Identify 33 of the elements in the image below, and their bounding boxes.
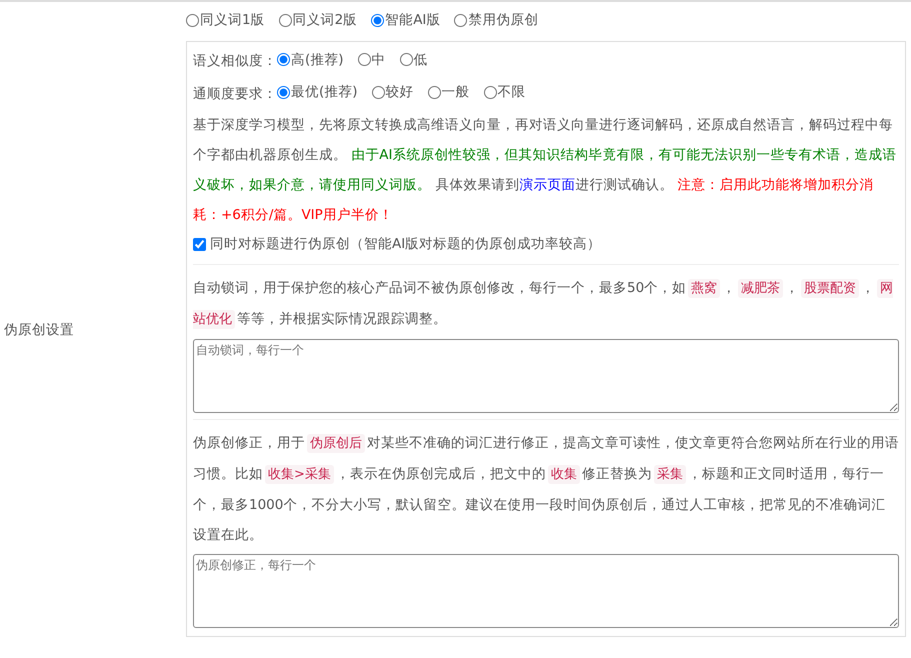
checkbox-label[interactable]: 同时对标题进行伪原创（智能AI版对标题的伪原创成功率较高） bbox=[210, 234, 602, 254]
option-label[interactable]: 较好 bbox=[386, 77, 414, 108]
help-text: 自动锁词，用于保护您的核心产品词不被伪原创修改，每行一个，最多50个，如 燕窝 ， 减肥茶 ， 股票配资 ， 网站优化 等等，并根据实际情况跟踪调整。 bbox=[193, 278, 894, 332]
option-label[interactable]: 不限 bbox=[498, 77, 526, 108]
radio-button[interactable] bbox=[454, 14, 468, 27]
demo-page-link[interactable]: 演示页面 bbox=[519, 176, 576, 193]
radio-button[interactable] bbox=[358, 53, 371, 66]
option-label[interactable]: 中 bbox=[372, 44, 386, 75]
option-label[interactable]: 同义词1版 bbox=[200, 10, 265, 30]
setting-label: 通顺度要求： bbox=[193, 84, 277, 104]
radio-button[interactable] bbox=[372, 86, 385, 99]
radio-button[interactable] bbox=[371, 14, 384, 27]
corrections-field[interactable]: 伪原创修正，每行一个 bbox=[193, 554, 899, 628]
option-label[interactable]: 最优(推荐) bbox=[291, 77, 358, 108]
option-label[interactable]: 同义词2版 bbox=[292, 10, 358, 30]
radio-button[interactable] bbox=[400, 53, 413, 66]
setting-label: 语义相似度： bbox=[193, 52, 277, 72]
radio-button[interactable] bbox=[484, 86, 497, 99]
radio-button[interactable] bbox=[278, 14, 292, 27]
help-text: 伪原创修正，用于 伪原创后 对某些不准确的词汇进行修正，提高文章可读性，使文章更符合您网站所在行业的用语习惯。比如 收集>采集 ，表示在伪原创完成后，把文中的 收集 修正替换为 采集 ，标题和正文同时适用，每行一个，最多1000个，不分大小写，默认留空。建议在使用一段时间伪原创后，通过人工审核，把常见的不准确词汇设置在此。 bbox=[193, 433, 899, 546]
radio-button[interactable] bbox=[277, 86, 290, 99]
radio-button[interactable] bbox=[186, 14, 199, 27]
radio-button[interactable] bbox=[277, 53, 290, 66]
section-label: 伪原创设置 bbox=[3, 320, 74, 340]
option-label[interactable]: 一般 bbox=[442, 77, 470, 108]
option-label[interactable]: 低 bbox=[414, 44, 428, 75]
option-label[interactable]: 智能AI版 bbox=[385, 10, 440, 30]
checkbox[interactable] bbox=[193, 238, 206, 250]
radio-button[interactable] bbox=[428, 86, 441, 99]
option-label[interactable]: 禁用伪原创 bbox=[468, 10, 538, 30]
lock-words-field[interactable]: 自动锁词，每行一个 bbox=[193, 339, 899, 414]
option-label[interactable]: 高(推荐) bbox=[291, 44, 344, 75]
description-text: 基于深度学习模型，先将原文转换成高维语义向量，再对语义向量进行逐词解码，还原成自然语言，解码过程中每个字都由机器原创生成。 由于AI系统原创性较强，但其知识结构毕竟有限，有可能无法识别一些专有术语，造成语义破坏，如果介意，请使用同义词版。 具体效果请到演示页面进行测试确认。 注意：启用此功能将增加积分消耗：+6积分/篇。VIP用户半价！ bbox=[193, 116, 898, 225]
